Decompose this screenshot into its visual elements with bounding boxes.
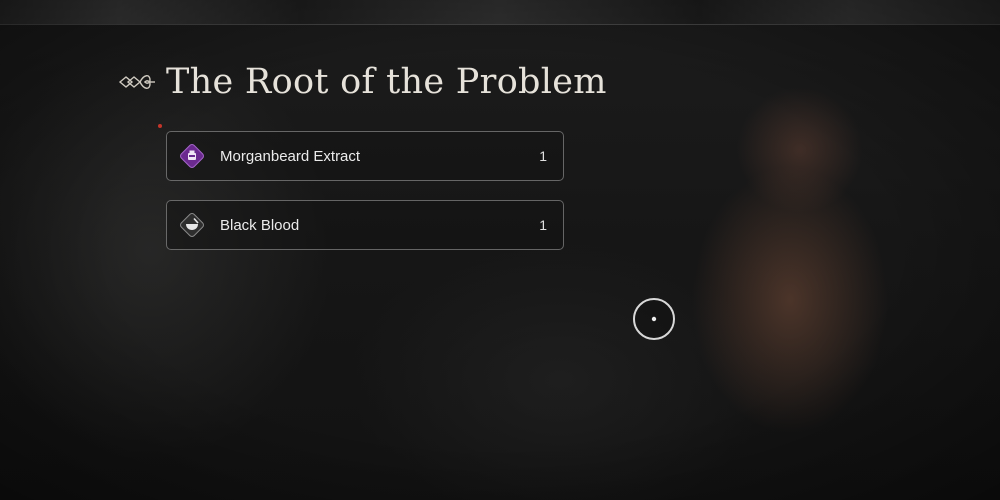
new-item-marker (158, 124, 162, 128)
quest-header: The Root of the Problem (118, 62, 607, 102)
purple-potion-icon (177, 141, 207, 171)
requirement-name: Morganbeard Extract (220, 147, 361, 165)
requirement-count: 1 (539, 148, 547, 164)
requirement-item[interactable]: Black Blood 1 (166, 200, 564, 250)
mortar-bowl-icon (177, 210, 207, 240)
requirement-item[interactable]: Morganbeard Extract 1 (166, 131, 564, 181)
quest-ornament-icon (118, 69, 156, 95)
requirement-count: 1 (539, 217, 547, 233)
requirement-name: Black Blood (220, 216, 300, 234)
quest-title: The Root of the Problem (166, 62, 607, 102)
requirement-list: Morganbeard Extract 1 Black Blood 1 (166, 131, 564, 269)
crosshair-reticle-icon (631, 296, 677, 342)
